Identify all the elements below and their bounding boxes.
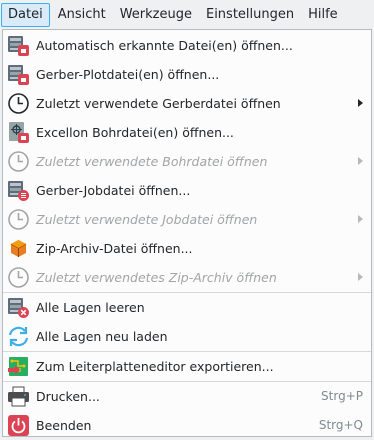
menu-item-recent-drill[interactable]: Zuletzt verwendete Bohrdatei öffnen [3,147,371,176]
menu-item-label: Alle Lagen leeren [36,300,145,315]
submenu-arrow-icon [358,273,363,281]
menu-item-label: Beenden [36,418,92,433]
export-pcb-icon [6,354,31,379]
menu-item-label: Zip-Archiv-Datei öffnen... [36,241,193,256]
submenu-arrow-icon [358,215,363,223]
submenu-arrow-icon [358,99,363,107]
clock-icon [6,265,31,290]
menu-item-clear-layers[interactable]: Alle Lagen leeren [3,293,371,322]
shortcut-label: Strg+Q [318,418,363,432]
menu-item-recent-gerber[interactable]: Zuletzt verwendete Gerberdatei öffnen [3,89,371,118]
clock-icon [6,91,31,116]
menu-item-label: Gerber-Plotdatei(en) öffnen... [36,67,220,82]
menu-item-quit[interactable]: Beenden Strg+Q [3,411,371,440]
clock-icon [6,207,31,232]
menu-item-reload-layers[interactable]: Alle Lagen neu laden [3,322,371,351]
menu-ansicht[interactable]: Ansicht [52,3,112,27]
job-file-icon [6,178,31,203]
menu-item-open-autodetected[interactable]: Automatisch erkannte Datei(en) öffnen... [3,31,371,60]
menu-bar: Datei Ansicht Werkzeuge Einstellungen Hi… [0,0,374,30]
archive-icon [6,236,31,261]
menu-item-recent-zip[interactable]: Zuletzt verwendetes Zip-Archiv öffnen [3,263,371,292]
menu-einstellungen[interactable]: Einstellungen [200,3,300,27]
menu-item-open-zip[interactable]: Zip-Archiv-Datei öffnen... [3,234,371,263]
shortcut-label: Strg+P [321,389,363,403]
gerber-plot-icon [6,62,31,87]
drill-file-icon [6,120,31,145]
menu-item-label: Zum Leiterplatteneditor exportieren... [36,359,274,374]
menu-item-open-excellon[interactable]: Excellon Bohrdatei(en) öffnen... [3,118,371,147]
menu-item-label: Gerber-Jobdatei öffnen... [36,183,191,198]
menu-item-label: Drucken... [36,389,100,404]
clock-icon [6,149,31,174]
printer-icon [6,384,31,409]
menu-hilfe[interactable]: Hilfe [302,3,344,27]
menu-item-label: Automatisch erkannte Datei(en) öffnen... [36,38,293,53]
menu-werkzeuge[interactable]: Werkzeuge [114,3,198,27]
menu-item-label: Zuletzt verwendete Jobdatei öffnen [36,212,258,227]
reload-icon [6,324,31,349]
submenu-arrow-icon [358,157,363,165]
menu-item-recent-job[interactable]: Zuletzt verwendete Jobdatei öffnen [3,205,371,234]
menu-item-label: Alle Lagen neu laden [36,329,168,344]
file-menu-dropdown: Automatisch erkannte Datei(en) öffnen...… [2,29,372,437]
quit-icon [6,413,31,438]
menu-datei[interactable]: Datei [1,3,50,27]
menu-item-label: Zuletzt verwendete Gerberdatei öffnen [36,96,281,111]
menu-item-open-gerber-plot[interactable]: Gerber-Plotdatei(en) öffnen... [3,60,371,89]
gerber-open-icon [6,33,31,58]
menu-item-label: Zuletzt verwendete Bohrdatei öffnen [36,154,268,169]
menu-item-print[interactable]: Drucken... Strg+P [3,382,371,411]
clear-layers-icon [6,295,31,320]
menu-item-label: Zuletzt verwendetes Zip-Archiv öffnen [36,270,277,285]
menu-item-export-pcb-editor[interactable]: Zum Leiterplatteneditor exportieren... [3,352,371,381]
menu-item-label: Excellon Bohrdatei(en) öffnen... [36,125,234,140]
menu-item-open-job[interactable]: Gerber-Jobdatei öffnen... [3,176,371,205]
